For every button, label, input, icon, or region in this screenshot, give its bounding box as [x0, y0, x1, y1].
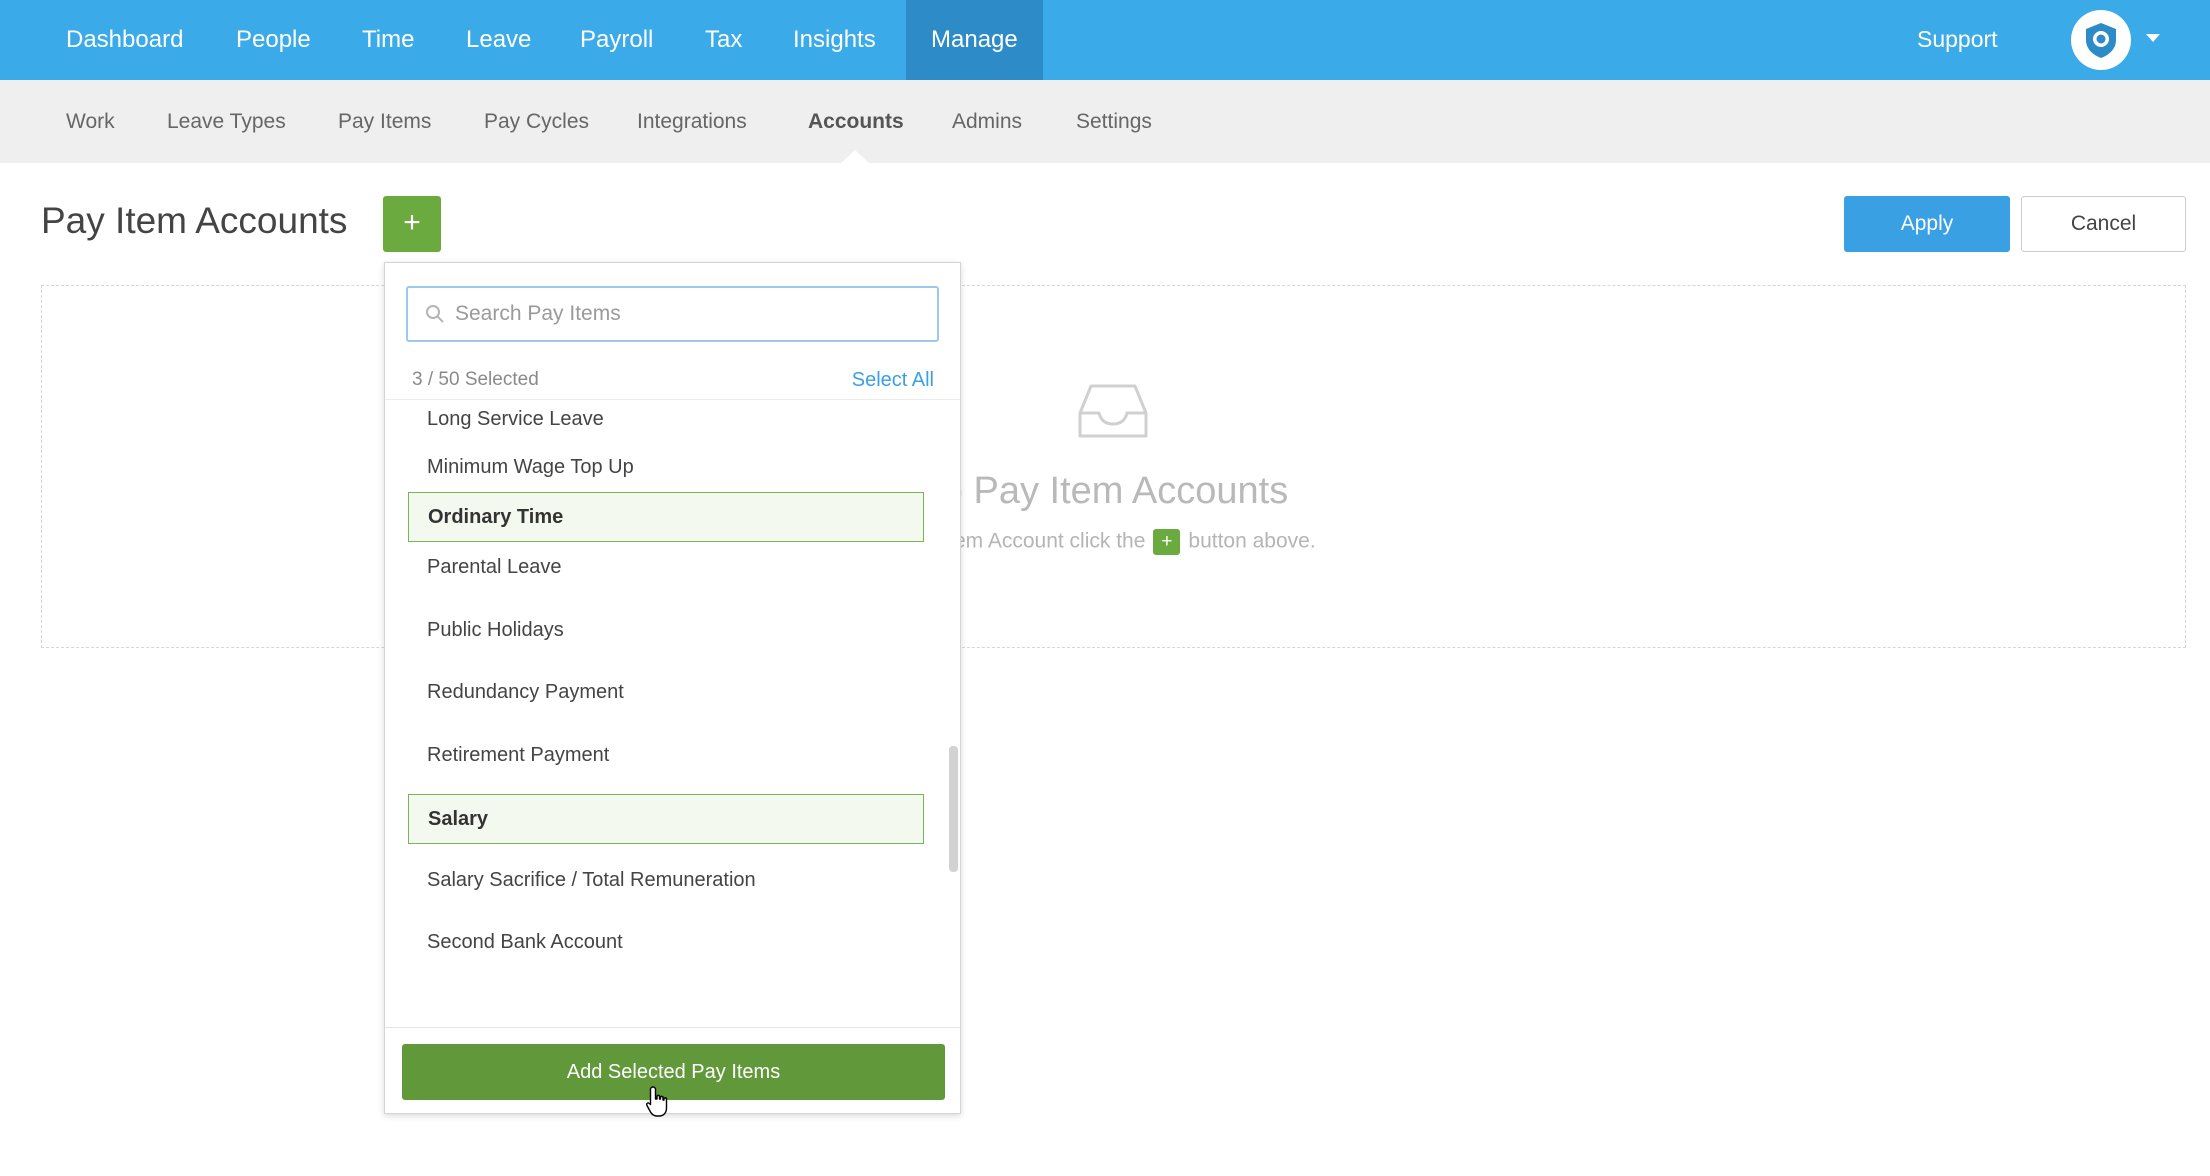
subnav-admins[interactable]: Admins: [927, 80, 1047, 163]
list-item-long-service-leave[interactable]: Long Service Leave: [408, 400, 924, 444]
list-item-salary-sacrifice[interactable]: Salary Sacrifice / Total Remuneration: [408, 855, 924, 905]
list-item-second-bank-account[interactable]: Second Bank Account: [408, 917, 924, 967]
support-link[interactable]: Support: [1917, 0, 1998, 80]
add-pay-item-account-button[interactable]: +: [383, 196, 441, 252]
nav-manage[interactable]: Manage: [906, 0, 1043, 80]
pay-item-list[interactable]: Long Service Leave Minimum Wage Top Up O…: [385, 399, 960, 1029]
subnav-pay-cycles[interactable]: Pay Cycles: [459, 80, 614, 163]
nav-people[interactable]: People: [211, 0, 336, 80]
subnav-work[interactable]: Work: [41, 80, 140, 163]
subnav-pay-items[interactable]: Pay Items: [313, 80, 456, 163]
subnav-leave-types[interactable]: Leave Types: [142, 80, 311, 163]
list-item-ordinary-time[interactable]: Ordinary Time: [408, 492, 924, 542]
page-title: Pay Item Accounts: [41, 200, 348, 241]
list-item-minimum-wage-top-up[interactable]: Minimum Wage Top Up: [408, 442, 924, 492]
empty-state-text-after: button above.: [1188, 529, 1316, 553]
apply-button[interactable]: Apply: [1844, 196, 2010, 252]
search-pay-items-input[interactable]: [455, 288, 925, 340]
inbox-icon: [1078, 384, 1148, 438]
empty-state-panel: [41, 285, 2186, 648]
list-item-retirement-payment[interactable]: Retirement Payment: [408, 730, 924, 780]
search-icon: [426, 305, 444, 323]
nav-insights[interactable]: Insights: [768, 0, 901, 80]
dropdown-divider: [385, 1027, 960, 1028]
list-item-public-holidays[interactable]: Public Holidays: [408, 605, 924, 655]
account-menu-chevron-down-icon[interactable]: [2146, 34, 2160, 42]
cancel-button[interactable]: Cancel: [2021, 196, 2186, 252]
nav-leave[interactable]: Leave: [441, 0, 556, 80]
select-all-link[interactable]: Select All: [852, 369, 934, 392]
nav-dashboard[interactable]: Dashboard: [41, 0, 208, 80]
active-tab-pointer: [841, 150, 869, 163]
search-box: [406, 286, 939, 342]
user-avatar[interactable]: [2071, 10, 2131, 70]
add-selected-pay-items-button[interactable]: Add Selected Pay Items: [402, 1044, 945, 1100]
subnav-integrations[interactable]: Integrations: [612, 80, 772, 163]
nav-tax[interactable]: Tax: [680, 0, 767, 80]
nav-time[interactable]: Time: [337, 0, 439, 80]
list-item-parental-leave[interactable]: Parental Leave: [408, 542, 924, 592]
pay-item-dropdown: 3 / 50 Selected Select All Long Service …: [384, 262, 961, 1114]
subnav-settings[interactable]: Settings: [1051, 80, 1177, 163]
list-item-redundancy-payment[interactable]: Redundancy Payment: [408, 667, 924, 717]
top-nav-bar: Dashboard People Time Leave Payroll Tax …: [0, 0, 2210, 80]
hand-cursor-icon: [646, 1086, 668, 1117]
list-scrollbar[interactable]: [949, 746, 958, 872]
shield-logo-icon: [2086, 23, 2116, 58]
inline-plus-icon: +: [1153, 529, 1181, 555]
list-item-salary[interactable]: Salary: [408, 794, 924, 844]
nav-payroll[interactable]: Payroll: [555, 0, 678, 80]
sub-nav-bar: Work Leave Types Pay Items Pay Cycles In…: [0, 80, 2210, 163]
selected-count: 3 / 50 Selected: [412, 369, 539, 390]
